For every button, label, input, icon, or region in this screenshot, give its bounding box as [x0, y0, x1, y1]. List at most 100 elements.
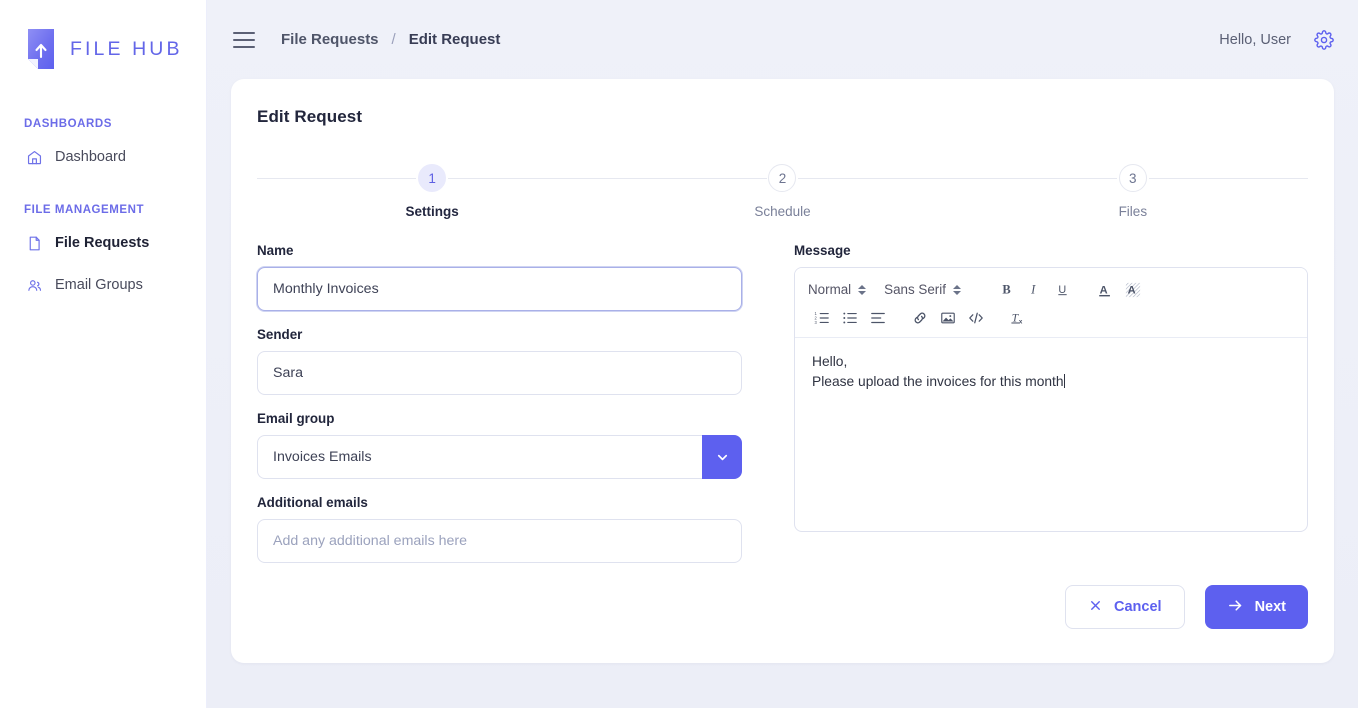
brand-name: FILE HUB: [70, 37, 183, 60]
svg-text:3: 3: [814, 319, 817, 324]
heading-select[interactable]: Normal: [808, 282, 867, 297]
topbar: File Requests / Edit Request Hello, User: [207, 0, 1358, 79]
step-line-left: [607, 178, 767, 179]
sidebar-section-file-management: FILE MANAGEMENT: [24, 204, 145, 216]
name-input[interactable]: Monthly Invoices: [257, 267, 742, 311]
home-icon: [26, 149, 43, 166]
ordered-list-icon[interactable]: 1 2 3: [808, 306, 836, 330]
step-files[interactable]: 3 Files: [957, 164, 1308, 219]
email-group-value[interactable]: Invoices Emails: [257, 435, 702, 479]
breadcrumb-separator: /: [391, 31, 396, 48]
step-line-left: [257, 178, 417, 179]
clear-formatting-icon[interactable]: T x: [1004, 306, 1032, 330]
step-label: Files: [1118, 204, 1148, 219]
message-line-with-caret: Please upload the invoices for this mont…: [812, 372, 1290, 392]
chevron-updown-icon: [858, 284, 867, 295]
step-number: 1: [418, 164, 447, 192]
sidebar-item-label: Dashboard: [55, 149, 126, 165]
field-label: Email group: [257, 411, 335, 426]
message-label: Message: [794, 243, 851, 258]
field-additional-emails: Additional emails Add any additional ema…: [257, 495, 742, 563]
additional-emails-input[interactable]: Add any additional emails here: [257, 519, 742, 563]
sidebar-section-dashboards: DASHBOARDS: [24, 118, 112, 130]
bold-icon[interactable]: B: [993, 278, 1021, 302]
link-icon[interactable]: [906, 306, 934, 330]
cancel-button[interactable]: Cancel: [1065, 585, 1185, 629]
wizard-stepper: 1 Settings 2 Schedule 3 Files: [257, 164, 1308, 219]
sidebar-item-dashboard[interactable]: Dashboard: [0, 142, 206, 172]
edit-request-card: Edit Request 1 Settings 2 Schedule 3 Fil…: [231, 79, 1334, 663]
sidebar: FILE HUB DASHBOARDS Dashboard FILE MANAG…: [0, 0, 207, 708]
step-schedule[interactable]: 2 Schedule: [607, 164, 958, 219]
step-settings[interactable]: 1 Settings: [257, 164, 608, 219]
next-button[interactable]: Next: [1204, 585, 1308, 629]
chevron-down-icon[interactable]: [702, 435, 742, 479]
card-wrapper: Edit Request 1 Settings 2 Schedule 3 Fil…: [207, 79, 1358, 663]
toolbar-row-2: 1 2 3 T x: [808, 305, 1294, 330]
font-select[interactable]: Sans Serif: [884, 282, 961, 297]
step-label: Settings: [405, 204, 459, 219]
svg-text:x: x: [1019, 318, 1023, 325]
field-label: Name: [257, 243, 294, 258]
form-columns: Name Monthly Invoices Sender Sara Email …: [257, 243, 1308, 579]
step-line-right: [1148, 178, 1308, 179]
form-actions: Cancel Next: [1065, 585, 1308, 629]
sidebar-item-email-groups[interactable]: Email Groups: [0, 270, 206, 300]
message-line: Hello,: [812, 354, 848, 369]
document-icon: [26, 235, 43, 252]
sidebar-item-label: File Requests: [55, 235, 150, 251]
text-caret: [1063, 373, 1065, 388]
file-upload-logo-icon: [24, 27, 60, 71]
topbar-right: Hello, User: [1219, 29, 1334, 50]
step-label: Schedule: [754, 204, 811, 219]
field-sender: Sender Sara: [257, 327, 742, 395]
underline-icon[interactable]: U: [1049, 278, 1077, 302]
hamburger-icon[interactable]: [233, 31, 255, 48]
image-icon[interactable]: [934, 306, 962, 330]
sidebar-item-label: Email Groups: [55, 277, 143, 293]
field-name: Name Monthly Invoices: [257, 243, 742, 311]
arrow-right-icon: [1227, 597, 1244, 618]
step-line-right: [798, 178, 958, 179]
cancel-button-label: Cancel: [1114, 599, 1162, 615]
app-root: FILE HUB DASHBOARDS Dashboard FILE MANAG…: [0, 0, 1358, 708]
email-group-select[interactable]: Invoices Emails: [257, 435, 742, 479]
field-label: Sender: [257, 327, 303, 342]
editor-toolbar: Normal Sans Serif B I U A A 1 2 3 T x: [795, 268, 1307, 338]
text-color-icon[interactable]: A: [1091, 278, 1119, 302]
message-line-text: Please upload the invoices for this mont…: [812, 373, 1064, 389]
form-left-column: Name Monthly Invoices Sender Sara Email …: [257, 243, 742, 579]
heading-select-value: Normal: [808, 282, 852, 297]
italic-icon[interactable]: I: [1021, 278, 1049, 302]
breadcrumb: File Requests / Edit Request: [281, 31, 500, 48]
highlight-color-icon[interactable]: A: [1119, 278, 1147, 302]
step-line-right: [448, 178, 608, 179]
user-greeting: Hello, User: [1219, 31, 1291, 48]
field-label: Additional emails: [257, 495, 368, 510]
brand-logo[interactable]: FILE HUB: [0, 0, 206, 71]
breadcrumb-current: Edit Request: [408, 31, 501, 48]
svg-text:B: B: [1003, 283, 1011, 297]
step-line-left: [957, 178, 1117, 179]
message-body-input[interactable]: Hello, Please upload the invoices for th…: [795, 338, 1307, 531]
field-email-group: Email group Invoices Emails: [257, 411, 742, 479]
form-right-column: Message Normal Sans Serif B I U A A 1 2 …: [794, 243, 1308, 579]
align-left-icon[interactable]: [864, 306, 892, 330]
svg-text:U: U: [1059, 284, 1067, 296]
toolbar-row-1: Normal Sans Serif B I U A A: [808, 277, 1294, 302]
code-block-icon[interactable]: [962, 306, 990, 330]
main-area: File Requests / Edit Request Hello, User…: [207, 0, 1358, 708]
users-icon: [26, 277, 43, 294]
svg-text:A: A: [1128, 284, 1136, 296]
message-editor: Normal Sans Serif B I U A A 1 2 3 T x He…: [794, 267, 1308, 532]
gear-icon[interactable]: [1314, 29, 1334, 50]
font-select-value: Sans Serif: [884, 282, 946, 297]
step-number: 3: [1118, 164, 1147, 192]
sender-input[interactable]: Sara: [257, 351, 742, 395]
sidebar-item-file-requests[interactable]: File Requests: [0, 228, 206, 258]
close-x-icon: [1088, 598, 1103, 617]
next-button-label: Next: [1254, 599, 1286, 615]
breadcrumb-parent[interactable]: File Requests: [281, 31, 379, 48]
bullet-list-icon[interactable]: [836, 306, 864, 330]
chevron-updown-icon: [952, 284, 961, 295]
